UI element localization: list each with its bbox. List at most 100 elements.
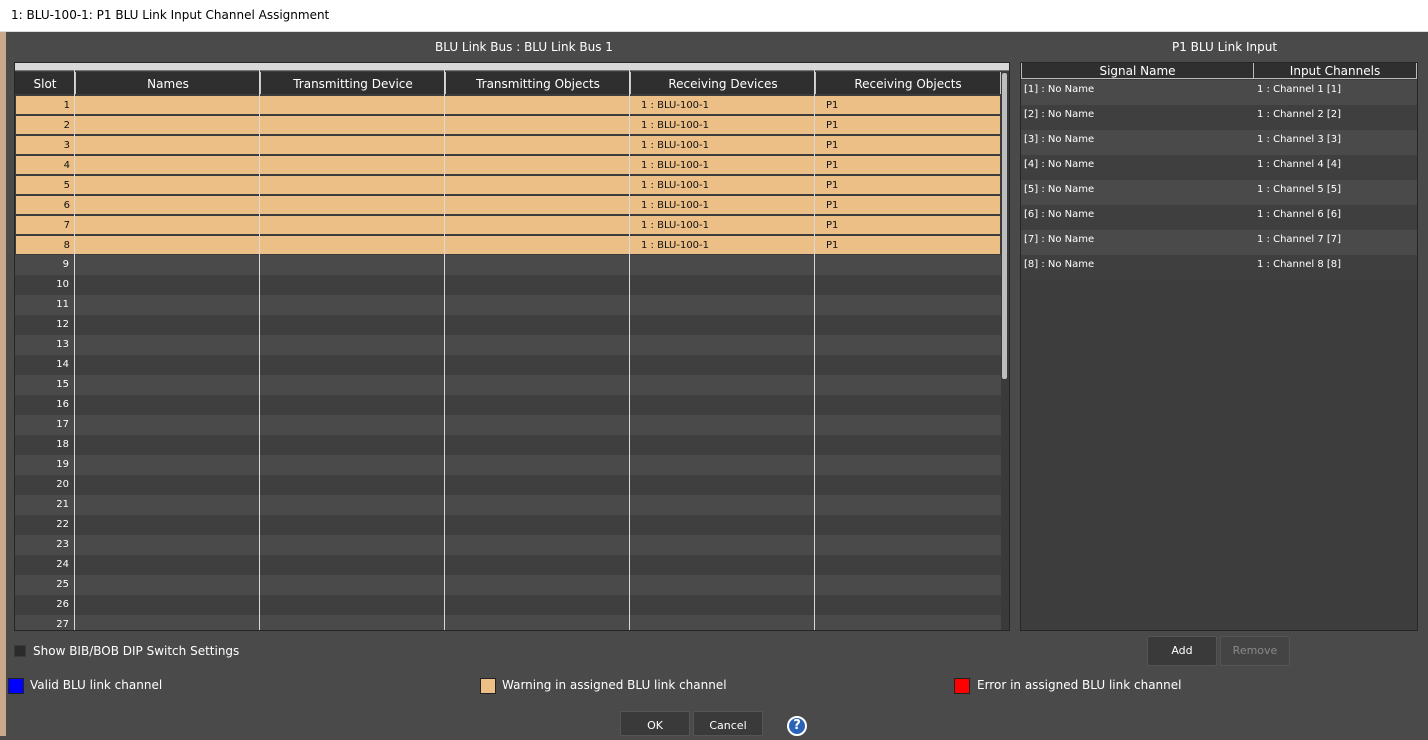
table-row[interactable]: 5 1 : BLU-100-1 P1 [15, 175, 1001, 195]
table-row[interactable]: 7 1 : BLU-100-1 P1 [15, 215, 1001, 235]
input-channel-cell: 1 : Channel 6 [6] [1257, 209, 1342, 220]
slot-number: 25 [56, 579, 69, 590]
slot-number: 23 [56, 539, 69, 550]
signal-name-cell: [8] : No Name [1024, 259, 1095, 270]
slot-number: 9 [62, 259, 69, 270]
column-divider [259, 63, 260, 630]
input-channel-cell: 1 : Channel 4 [4] [1257, 159, 1342, 170]
table-row[interactable]: 14 [15, 355, 1001, 375]
column-divider [814, 63, 815, 630]
column-header-receiving-objects[interactable]: Receiving Objects [816, 72, 1001, 94]
list-item[interactable]: [4] : No Name 1 : Channel 4 [4] [1021, 155, 1417, 180]
table-row[interactable]: 23 [15, 535, 1001, 555]
list-item[interactable]: [8] : No Name 1 : Channel 8 [8] [1021, 255, 1417, 280]
receiving-device-cell: 1 : BLU-100-1 [641, 120, 710, 131]
table-row[interactable]: 22 [15, 515, 1001, 535]
table-row[interactable]: 6 1 : BLU-100-1 P1 [15, 195, 1001, 215]
signal-name-cell: [3] : No Name [1024, 134, 1095, 145]
receiving-object-cell: P1 [826, 140, 839, 151]
table-row[interactable]: 24 [15, 555, 1001, 575]
signal-name-cell: [4] : No Name [1024, 159, 1095, 170]
slot-grid: Slot Names Transmitting Device Transmitt… [14, 62, 1010, 631]
table-row[interactable]: 12 [15, 315, 1001, 335]
list-item[interactable]: [3] : No Name 1 : Channel 3 [3] [1021, 130, 1417, 155]
show-dip-checkbox[interactable] [14, 645, 26, 657]
input-panel-title: P1 BLU Link Input [1172, 40, 1278, 54]
slot-number: 8 [63, 240, 70, 251]
warning-color-swatch [480, 678, 496, 694]
slot-number: 27 [56, 619, 69, 630]
table-row[interactable]: 26 [15, 595, 1001, 615]
slot-number: 5 [63, 180, 70, 191]
column-divider [444, 63, 445, 630]
column-header-signal-name[interactable]: Signal Name [1021, 63, 1254, 79]
list-item[interactable]: [5] : No Name 1 : Channel 5 [5] [1021, 180, 1417, 205]
table-row[interactable]: 11 [15, 295, 1001, 315]
table-row[interactable]: 10 [15, 275, 1001, 295]
bus-title: BLU Link Bus : BLU Link Bus 1 [435, 40, 613, 54]
table-row[interactable]: 15 [15, 375, 1001, 395]
table-row[interactable]: 3 1 : BLU-100-1 P1 [15, 135, 1001, 155]
table-row[interactable]: 21 [15, 495, 1001, 515]
grid-body: 1 1 : BLU-100-1 P1 2 1 : BLU-100-1 P1 3 1 : BLU… [15, 95, 1001, 630]
table-row[interactable]: 19 [15, 455, 1001, 475]
table-row[interactable]: 17 [15, 415, 1001, 435]
input-list-header: Signal Name Input Channels [1021, 63, 1417, 79]
column-header-slot[interactable]: Slot [15, 72, 76, 94]
column-divider [629, 63, 630, 630]
input-channel-cell: 1 : Channel 3 [3] [1257, 134, 1342, 145]
table-row[interactable]: 27 [15, 615, 1001, 630]
list-item[interactable]: [2] : No Name 1 : Channel 2 [2] [1021, 105, 1417, 130]
column-header-transmitting-device[interactable]: Transmitting Device [261, 72, 446, 94]
table-row[interactable]: 9 [15, 255, 1001, 275]
cancel-button[interactable]: Cancel [693, 711, 763, 736]
slot-number: 24 [56, 559, 69, 570]
show-dip-label: Show BIB/BOB DIP Switch Settings [33, 644, 240, 658]
signal-name-cell: [7] : No Name [1024, 234, 1095, 245]
error-legend-label: Error in assigned BLU link channel [977, 678, 1182, 692]
column-header-transmitting-objects[interactable]: Transmitting Objects [446, 72, 631, 94]
column-header-names[interactable]: Names [76, 72, 261, 94]
signal-name-cell: [2] : No Name [1024, 109, 1095, 120]
window-edge [0, 32, 6, 736]
table-row[interactable]: 8 1 : BLU-100-1 P1 [15, 235, 1001, 255]
table-row[interactable]: 25 [15, 575, 1001, 595]
remove-button[interactable]: Remove [1220, 636, 1290, 666]
slot-number: 16 [56, 399, 69, 410]
table-row[interactable]: 2 1 : BLU-100-1 P1 [15, 115, 1001, 135]
input-channel-cell: 1 : Channel 2 [2] [1257, 109, 1342, 120]
table-row[interactable]: 20 [15, 475, 1001, 495]
slot-number: 6 [63, 200, 70, 211]
grid-scrollbar-thumb[interactable] [1002, 73, 1007, 379]
add-button[interactable]: Add [1147, 636, 1217, 666]
slot-number: 20 [56, 479, 69, 490]
grid-scrollbar[interactable] [1001, 72, 1009, 630]
slot-number: 2 [63, 120, 70, 131]
slot-number: 11 [56, 299, 69, 310]
signal-name-cell: [5] : No Name [1024, 184, 1095, 195]
table-row[interactable]: 1 1 : BLU-100-1 P1 [15, 95, 1001, 115]
receiving-object-cell: P1 [826, 160, 839, 171]
receiving-device-cell: 1 : BLU-100-1 [641, 100, 710, 111]
list-item[interactable]: [1] : No Name 1 : Channel 1 [1] [1021, 80, 1417, 105]
list-item[interactable]: [6] : No Name 1 : Channel 6 [6] [1021, 205, 1417, 230]
table-row[interactable]: 18 [15, 435, 1001, 455]
receiving-object-cell: P1 [826, 240, 839, 251]
receiving-device-cell: 1 : BLU-100-1 [641, 220, 710, 231]
table-row[interactable]: 16 [15, 395, 1001, 415]
table-row[interactable]: 13 [15, 335, 1001, 355]
column-header-receiving-devices[interactable]: Receiving Devices [631, 72, 816, 94]
ok-button[interactable]: OK [620, 711, 690, 736]
slot-number: 17 [56, 419, 69, 430]
receiving-object-cell: P1 [826, 120, 839, 131]
help-icon[interactable]: ? [787, 716, 807, 736]
slot-number: 14 [56, 359, 69, 370]
slot-number: 4 [63, 160, 70, 171]
slot-number: 7 [63, 220, 70, 231]
valid-legend-label: Valid BLU link channel [30, 678, 163, 692]
slot-number: 19 [56, 459, 69, 470]
column-header-input-channels[interactable]: Input Channels [1253, 63, 1417, 79]
table-row[interactable]: 4 1 : BLU-100-1 P1 [15, 155, 1001, 175]
window-title: 1: BLU-100-1: P1 BLU Link Input Channel … [11, 8, 330, 22]
list-item[interactable]: [7] : No Name 1 : Channel 7 [7] [1021, 230, 1417, 255]
